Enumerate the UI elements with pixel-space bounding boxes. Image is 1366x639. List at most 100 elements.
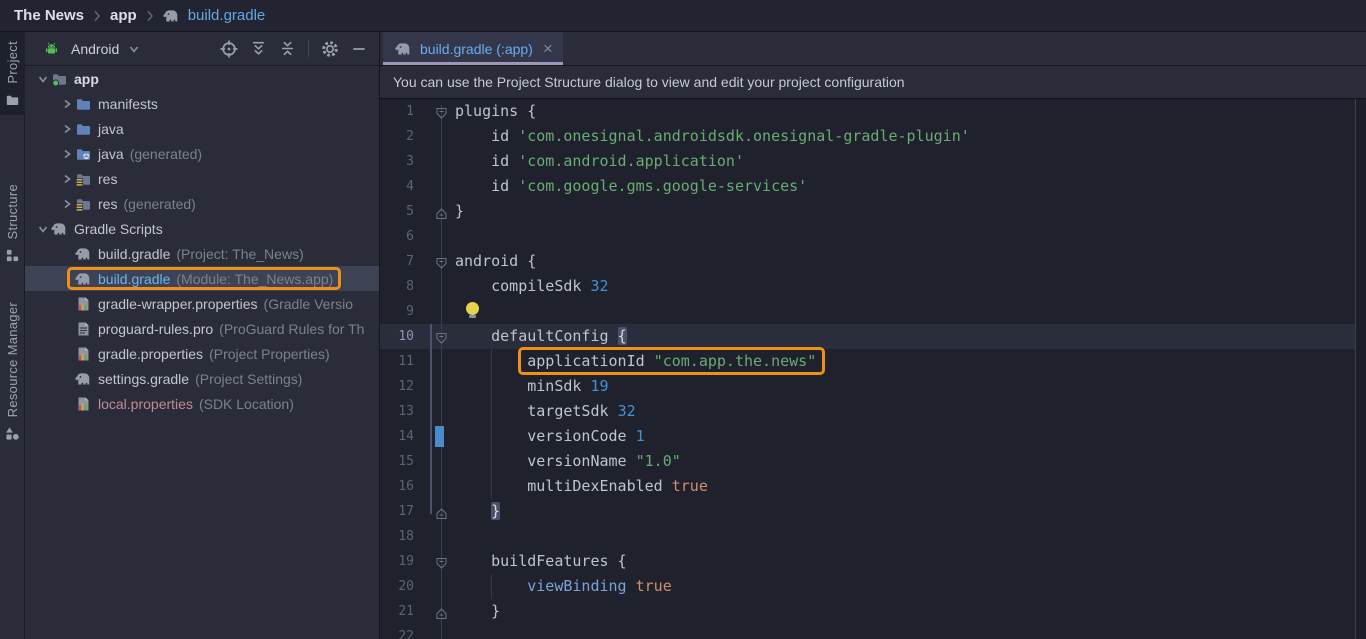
tree-item-manifests[interactable]: manifests [25,91,379,116]
code-line-14[interactable]: versionCode 1 [455,424,1355,449]
gutter-row[interactable]: 3 [380,149,455,174]
code-line-22[interactable] [455,624,1355,639]
fold-close-icon[interactable] [435,205,448,218]
code-line-7[interactable]: android { [455,249,1355,274]
collapse-all-icon[interactable] [279,40,296,57]
code-line-18[interactable] [455,524,1355,549]
editor-gutter[interactable]: 12345678910111213141516171819202122 [380,99,455,639]
line-number[interactable]: 3 [380,154,414,169]
gutter-row[interactable]: 8 [380,274,455,299]
line-number[interactable]: 12 [380,379,414,394]
gutter-row[interactable]: 17 [380,499,455,524]
fold-open-icon[interactable] [435,105,448,118]
tree-item-gradle-properties-project-properties[interactable]: gradle.properties(Project Properties) [25,341,379,366]
code-line-2[interactable]: id 'com.onesignal.androidsdk.onesignal-g… [455,124,1355,149]
tree-item-res-generated[interactable]: res(generated) [25,191,379,216]
breadcrumb-file[interactable]: build.gradle [188,7,266,24]
gutter-row[interactable]: 18 [380,524,455,549]
tool-window-tab-resource-manager[interactable]: Resource Manager [0,293,25,449]
code-line-4[interactable]: id 'com.google.gms.google-services' [455,174,1355,199]
tool-window-tab-structure[interactable]: Structure [0,175,25,271]
tree-item-build-gradle-module-the-news-app[interactable]: build.gradle(Module: The_News.app) [25,266,379,291]
fold-close-icon[interactable] [435,505,448,518]
line-number[interactable]: 11 [380,354,414,369]
chevron-right-icon[interactable] [59,172,75,186]
code-line-6[interactable] [455,224,1355,249]
line-number[interactable]: 18 [380,529,414,544]
code-editor[interactable]: 12345678910111213141516171819202122 plug… [380,99,1366,639]
tree-item-java-generated[interactable]: java(generated) [25,141,379,166]
line-number[interactable]: 1 [380,104,414,119]
tool-window-tab-project[interactable]: Project [0,32,25,115]
code-line-3[interactable]: id 'com.android.application' [455,149,1355,174]
gutter-row[interactable]: 21 [380,599,455,624]
project-view-selector[interactable]: Android [71,41,119,57]
code-line-1[interactable]: plugins { [455,99,1355,124]
line-number[interactable]: 10 [380,329,414,344]
gutter-row[interactable]: 16 [380,474,455,499]
line-number[interactable]: 20 [380,579,414,594]
gutter-row[interactable]: 20 [380,574,455,599]
chevron-right-icon[interactable] [59,122,75,136]
locate-icon[interactable] [220,40,238,58]
gutter-row[interactable]: 4 [380,174,455,199]
line-number[interactable]: 16 [380,479,414,494]
gutter-row[interactable]: 15 [380,449,455,474]
chevron-down-icon[interactable] [35,72,51,86]
fold-open-icon[interactable] [435,555,448,568]
tree-item-settings-gradle-project-settings[interactable]: settings.gradle(Project Settings) [25,366,379,391]
gutter-row[interactable]: 10 [380,324,455,349]
breadcrumb-project[interactable]: The News [14,7,84,24]
code-line-20[interactable]: viewBinding true [455,574,1355,599]
tree-item-local-properties-sdk-location[interactable]: local.properties(SDK Location) [25,391,379,416]
line-number[interactable]: 21 [380,604,414,619]
line-number[interactable]: 19 [380,554,414,569]
chevron-down-icon[interactable] [35,222,51,236]
gutter-row[interactable]: 22 [380,624,455,639]
line-number[interactable]: 14 [380,429,414,444]
expand-all-icon[interactable] [250,40,267,57]
code-line-9[interactable] [455,299,1355,324]
gutter-row[interactable]: 19 [380,549,455,574]
code-line-8[interactable]: compileSdk 32 [455,274,1355,299]
gutter-row[interactable]: 11 [380,349,455,374]
line-number[interactable]: 17 [380,504,414,519]
tree-item-java[interactable]: java [25,116,379,141]
line-number[interactable]: 9 [380,304,414,319]
code-line-21[interactable]: } [455,599,1355,624]
gutter-row[interactable]: 7 [380,249,455,274]
code-line-11[interactable]: applicationId "com.app.the.news" [455,349,1355,374]
line-number[interactable]: 13 [380,404,414,419]
chevron-right-icon[interactable] [59,97,75,111]
code-line-13[interactable]: targetSdk 32 [455,399,1355,424]
line-number[interactable]: 6 [380,229,414,244]
hide-panel-icon[interactable] [351,41,367,57]
gutter-row[interactable]: 6 [380,224,455,249]
line-number[interactable]: 2 [380,129,414,144]
tab-build-gradle-app[interactable]: build.gradle (:app) × [383,32,563,65]
gutter-row[interactable]: 12 [380,374,455,399]
code-line-16[interactable]: multiDexEnabled true [455,474,1355,499]
code-pane[interactable]: plugins { id 'com.onesignal.androidsdk.o… [455,99,1355,639]
settings-gear-icon[interactable] [321,40,339,58]
editor-scrollbar[interactable] [1355,99,1366,639]
chevron-right-icon[interactable] [59,197,75,211]
code-line-15[interactable]: versionName "1.0" [455,449,1355,474]
line-number[interactable]: 4 [380,179,414,194]
line-number[interactable]: 22 [380,629,414,639]
tree-item-gradle-scripts[interactable]: Gradle Scripts [25,216,379,241]
code-line-10[interactable]: defaultConfig { [455,324,1355,349]
gutter-row[interactable]: 13 [380,399,455,424]
fold-open-icon[interactable] [435,330,448,343]
code-line-5[interactable]: } [455,199,1355,224]
tree-item-res[interactable]: res [25,166,379,191]
chevron-down-icon[interactable] [127,42,141,56]
line-number[interactable]: 8 [380,279,414,294]
code-line-17[interactable]: } [455,499,1355,524]
line-number[interactable]: 5 [380,204,414,219]
tree-item-gradle-wrapper-properties-gradle-versio[interactable]: gradle-wrapper.properties(Gradle Versio [25,291,379,316]
tree-item-app[interactable]: app [25,66,379,91]
fold-close-icon[interactable] [435,605,448,618]
gutter-row[interactable]: 1 [380,99,455,124]
tree-item-proguard-rules-pro-proguard-rules-for-th[interactable]: proguard-rules.pro(ProGuard Rules for Th [25,316,379,341]
